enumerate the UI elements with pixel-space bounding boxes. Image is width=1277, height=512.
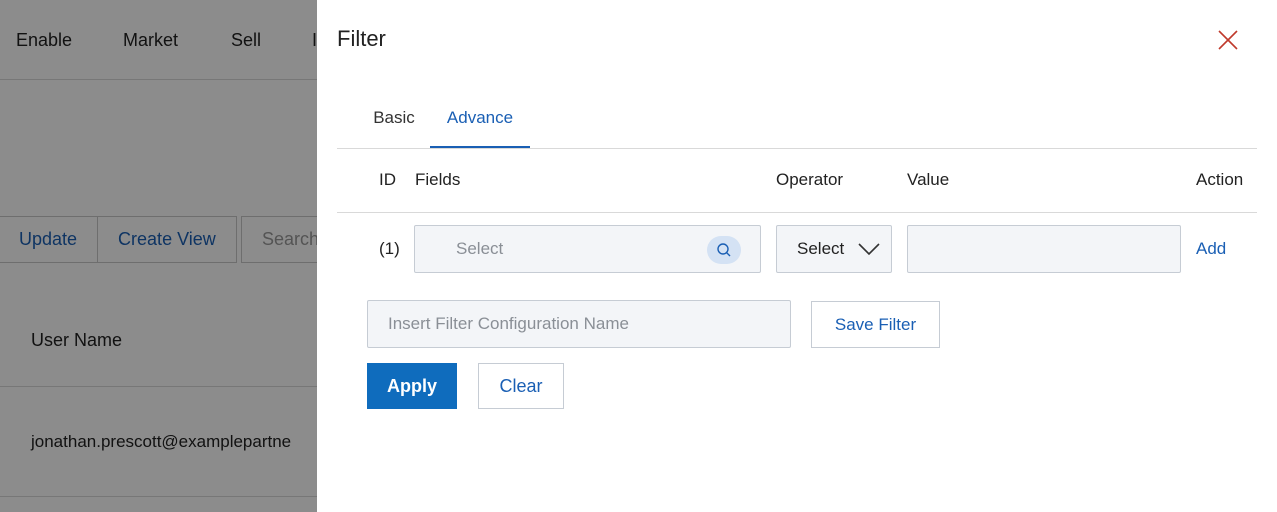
operator-select-value: Select (797, 239, 845, 258)
apply-button[interactable]: Apply (367, 363, 457, 409)
app-root: Enable Market Sell I Update Create View … (0, 0, 1277, 512)
operator-select[interactable]: Select (776, 225, 892, 273)
close-icon (1218, 30, 1238, 50)
tab-basic[interactable]: Basic (359, 96, 429, 148)
close-button[interactable] (1215, 27, 1241, 53)
clear-button[interactable]: Clear (478, 363, 564, 409)
fields-search-button[interactable] (707, 236, 741, 264)
tab-advance[interactable]: Advance (430, 96, 530, 148)
fields-select-placeholder: Select (456, 239, 504, 258)
column-header-action: Action (1196, 170, 1244, 189)
filter-config-name-input[interactable] (367, 300, 791, 348)
save-filter-button[interactable]: Save Filter (811, 301, 940, 348)
column-header-id: ID (379, 170, 396, 189)
filter-tabs: Basic Advance (337, 96, 1257, 149)
header-divider (337, 212, 1257, 213)
fields-select[interactable]: Select (414, 225, 761, 273)
drawer-title: Filter (337, 26, 386, 51)
row-id: (1) (379, 239, 400, 258)
filter-drawer: Filter Basic Advance ID Fields Operator … (317, 0, 1277, 512)
column-header-value: Value (907, 170, 950, 189)
value-input[interactable] (907, 225, 1181, 273)
column-header-operator: Operator (776, 170, 844, 189)
chevron-down-icon (858, 243, 880, 256)
column-header-fields: Fields (415, 170, 461, 189)
search-icon (717, 243, 731, 257)
add-condition-link[interactable]: Add (1196, 239, 1226, 259)
